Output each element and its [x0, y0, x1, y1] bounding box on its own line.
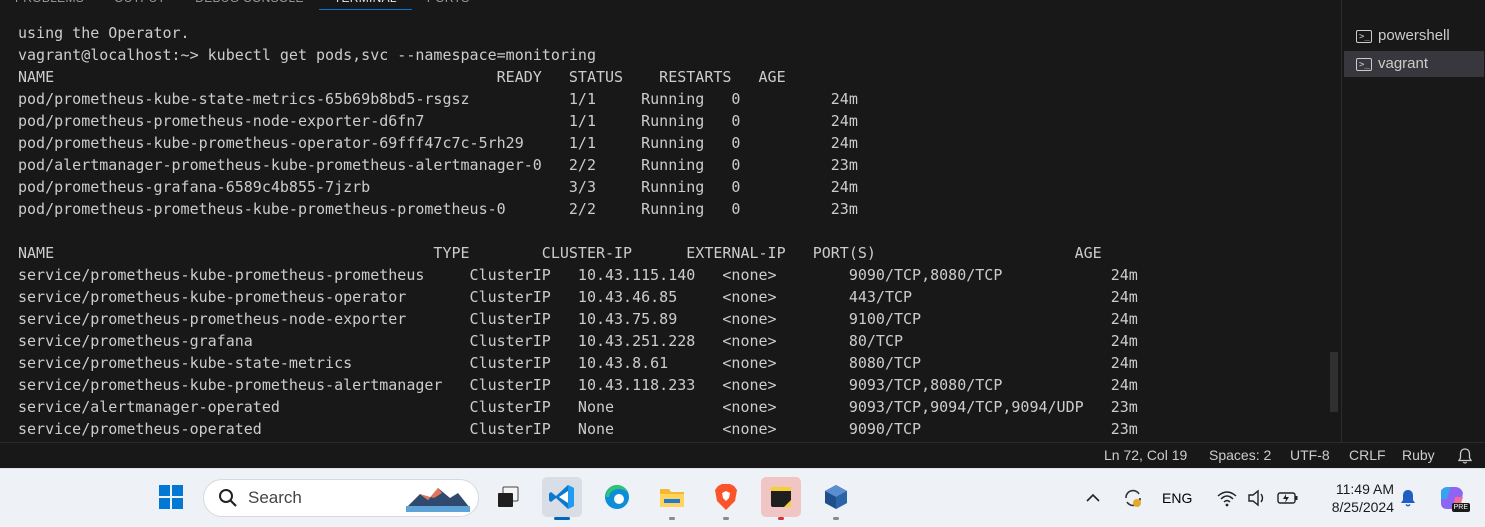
- panel-tabs: PROBLEMS OUTPUT DEBUG CONSOLE TERMINAL P…: [0, 0, 485, 10]
- status-indentation[interactable]: Spaces: 2: [1209, 443, 1271, 468]
- terminal-item-powershell[interactable]: >_ powershell: [1344, 23, 1484, 49]
- terminal-line: using the Operator.: [18, 24, 190, 42]
- input-language[interactable]: ENG: [1162, 488, 1192, 508]
- battery-icon[interactable]: [1276, 487, 1300, 509]
- virtualbox-icon[interactable]: [816, 477, 856, 520]
- status-eol[interactable]: CRLF: [1349, 443, 1386, 468]
- active-indicator: [554, 517, 570, 520]
- terminal-line: pod/prometheus-grafana-6589c4b855-7jzrb …: [18, 178, 858, 196]
- terminal-line: service/prometheus-prometheus-node-expor…: [18, 310, 1138, 328]
- copilot-icon[interactable]: PRE: [1436, 483, 1470, 513]
- status-encoding[interactable]: UTF-8: [1290, 443, 1330, 468]
- terminal-item-vagrant[interactable]: >_ vagrant: [1344, 51, 1484, 77]
- scrollbar-thumb[interactable]: [1330, 352, 1338, 412]
- taskbar: Search ENG 11:49 AM 8/25/2024 PRE: [0, 468, 1485, 527]
- terminal-item-label: powershell: [1378, 27, 1450, 44]
- sync-icon[interactable]: [1120, 485, 1146, 511]
- volume-icon[interactable]: [1246, 487, 1268, 509]
- running-indicator: [833, 517, 839, 520]
- edge-icon[interactable]: [597, 477, 637, 517]
- search-highlight-image: [404, 484, 472, 514]
- task-view-icon[interactable]: [488, 477, 528, 517]
- terminal-line: pod/alertmanager-prometheus-kube-prometh…: [18, 156, 858, 174]
- wifi-icon[interactable]: [1216, 487, 1238, 509]
- status-cursor-position[interactable]: Ln 72, Col 19: [1104, 443, 1187, 468]
- tab-terminal[interactable]: TERMINAL: [318, 0, 412, 10]
- running-indicator: [669, 517, 675, 520]
- terminal-line: pod/prometheus-prometheus-node-exporter-…: [18, 112, 858, 130]
- notification-bell-icon[interactable]: [1397, 486, 1419, 510]
- terminal-item-label: vagrant: [1378, 55, 1429, 72]
- tab-output[interactable]: OUTPUT: [99, 0, 180, 9]
- terminal-line: NAME TYPE CLUSTER-IP EXTERNAL-IP PORT(S)…: [18, 244, 1102, 262]
- terminal-line: NAME READY STATUS RESTARTS AGE: [18, 68, 786, 86]
- terminal-line: service/prometheus-operated ClusterIP No…: [18, 420, 1138, 438]
- terminal-line: service/prometheus-kube-prometheus-alert…: [18, 376, 1138, 394]
- search-placeholder: Search: [248, 488, 302, 507]
- status-language-mode[interactable]: Ruby: [1402, 443, 1435, 468]
- status-bar: Ln 72, Col 19 Spaces: 2 UTF-8 CRLF Ruby: [0, 442, 1485, 468]
- taskbar-clock[interactable]: 11:49 AM 8/25/2024: [1312, 480, 1394, 516]
- terminal-line: pod/prometheus-kube-state-metrics-65b69b…: [18, 90, 858, 108]
- terminal-line: pod/prometheus-kube-prometheus-operator-…: [18, 134, 858, 152]
- start-icon[interactable]: [151, 477, 191, 517]
- vscode-window: PROBLEMS OUTPUT DEBUG CONSOLE TERMINAL P…: [0, 0, 1485, 527]
- file-explorer-icon[interactable]: [652, 477, 692, 520]
- chevron-up-icon[interactable]: [1083, 487, 1103, 509]
- terminal-line: service/prometheus-kube-state-metrics Cl…: [18, 354, 1138, 372]
- terminal-icon: >_: [1356, 57, 1372, 71]
- running-indicator: [723, 517, 729, 520]
- clock-time: 11:49 AM: [1335, 481, 1394, 497]
- tab-problems[interactable]: PROBLEMS: [0, 0, 99, 9]
- terminal-list: >_ powershell >_ vagrant: [1341, 0, 1485, 442]
- running-indicator: [778, 517, 784, 520]
- terminal-line: service/prometheus-kube-prometheus-opera…: [18, 288, 1138, 306]
- tab-debug-console[interactable]: DEBUG CONSOLE: [180, 0, 319, 9]
- brave-icon[interactable]: [706, 477, 746, 520]
- terminal-output[interactable]: using the Operator. vagrant@localhost:~> …: [0, 22, 1340, 442]
- terminal-text: using the Operator. vagrant@localhost:~> …: [0, 22, 1340, 440]
- terminal-line: service/prometheus-grafana ClusterIP 10.…: [18, 332, 1138, 350]
- terminal-line: service/prometheus-kube-prometheus-prome…: [18, 266, 1138, 284]
- terminal-line: pod/prometheus-prometheus-kube-prometheu…: [18, 200, 858, 218]
- vscode-icon[interactable]: [542, 477, 582, 520]
- terminal-line: service/alertmanager-operated ClusterIP …: [18, 398, 1138, 416]
- copilot-badge: PRE: [1451, 503, 1470, 512]
- taskbar-search[interactable]: Search: [203, 479, 479, 517]
- terminal-icon: >_: [1356, 29, 1372, 43]
- terminal-scrollbar[interactable]: [1329, 22, 1339, 442]
- bell-icon[interactable]: [1457, 447, 1473, 465]
- tab-ports[interactable]: PORTS: [412, 0, 485, 9]
- terminal-line: vagrant@localhost:~> kubectl get pods,sv…: [18, 46, 596, 64]
- search-icon: [218, 488, 238, 508]
- clock-date: 8/25/2024: [1331, 499, 1394, 515]
- sticky-notes-icon[interactable]: [761, 477, 801, 520]
